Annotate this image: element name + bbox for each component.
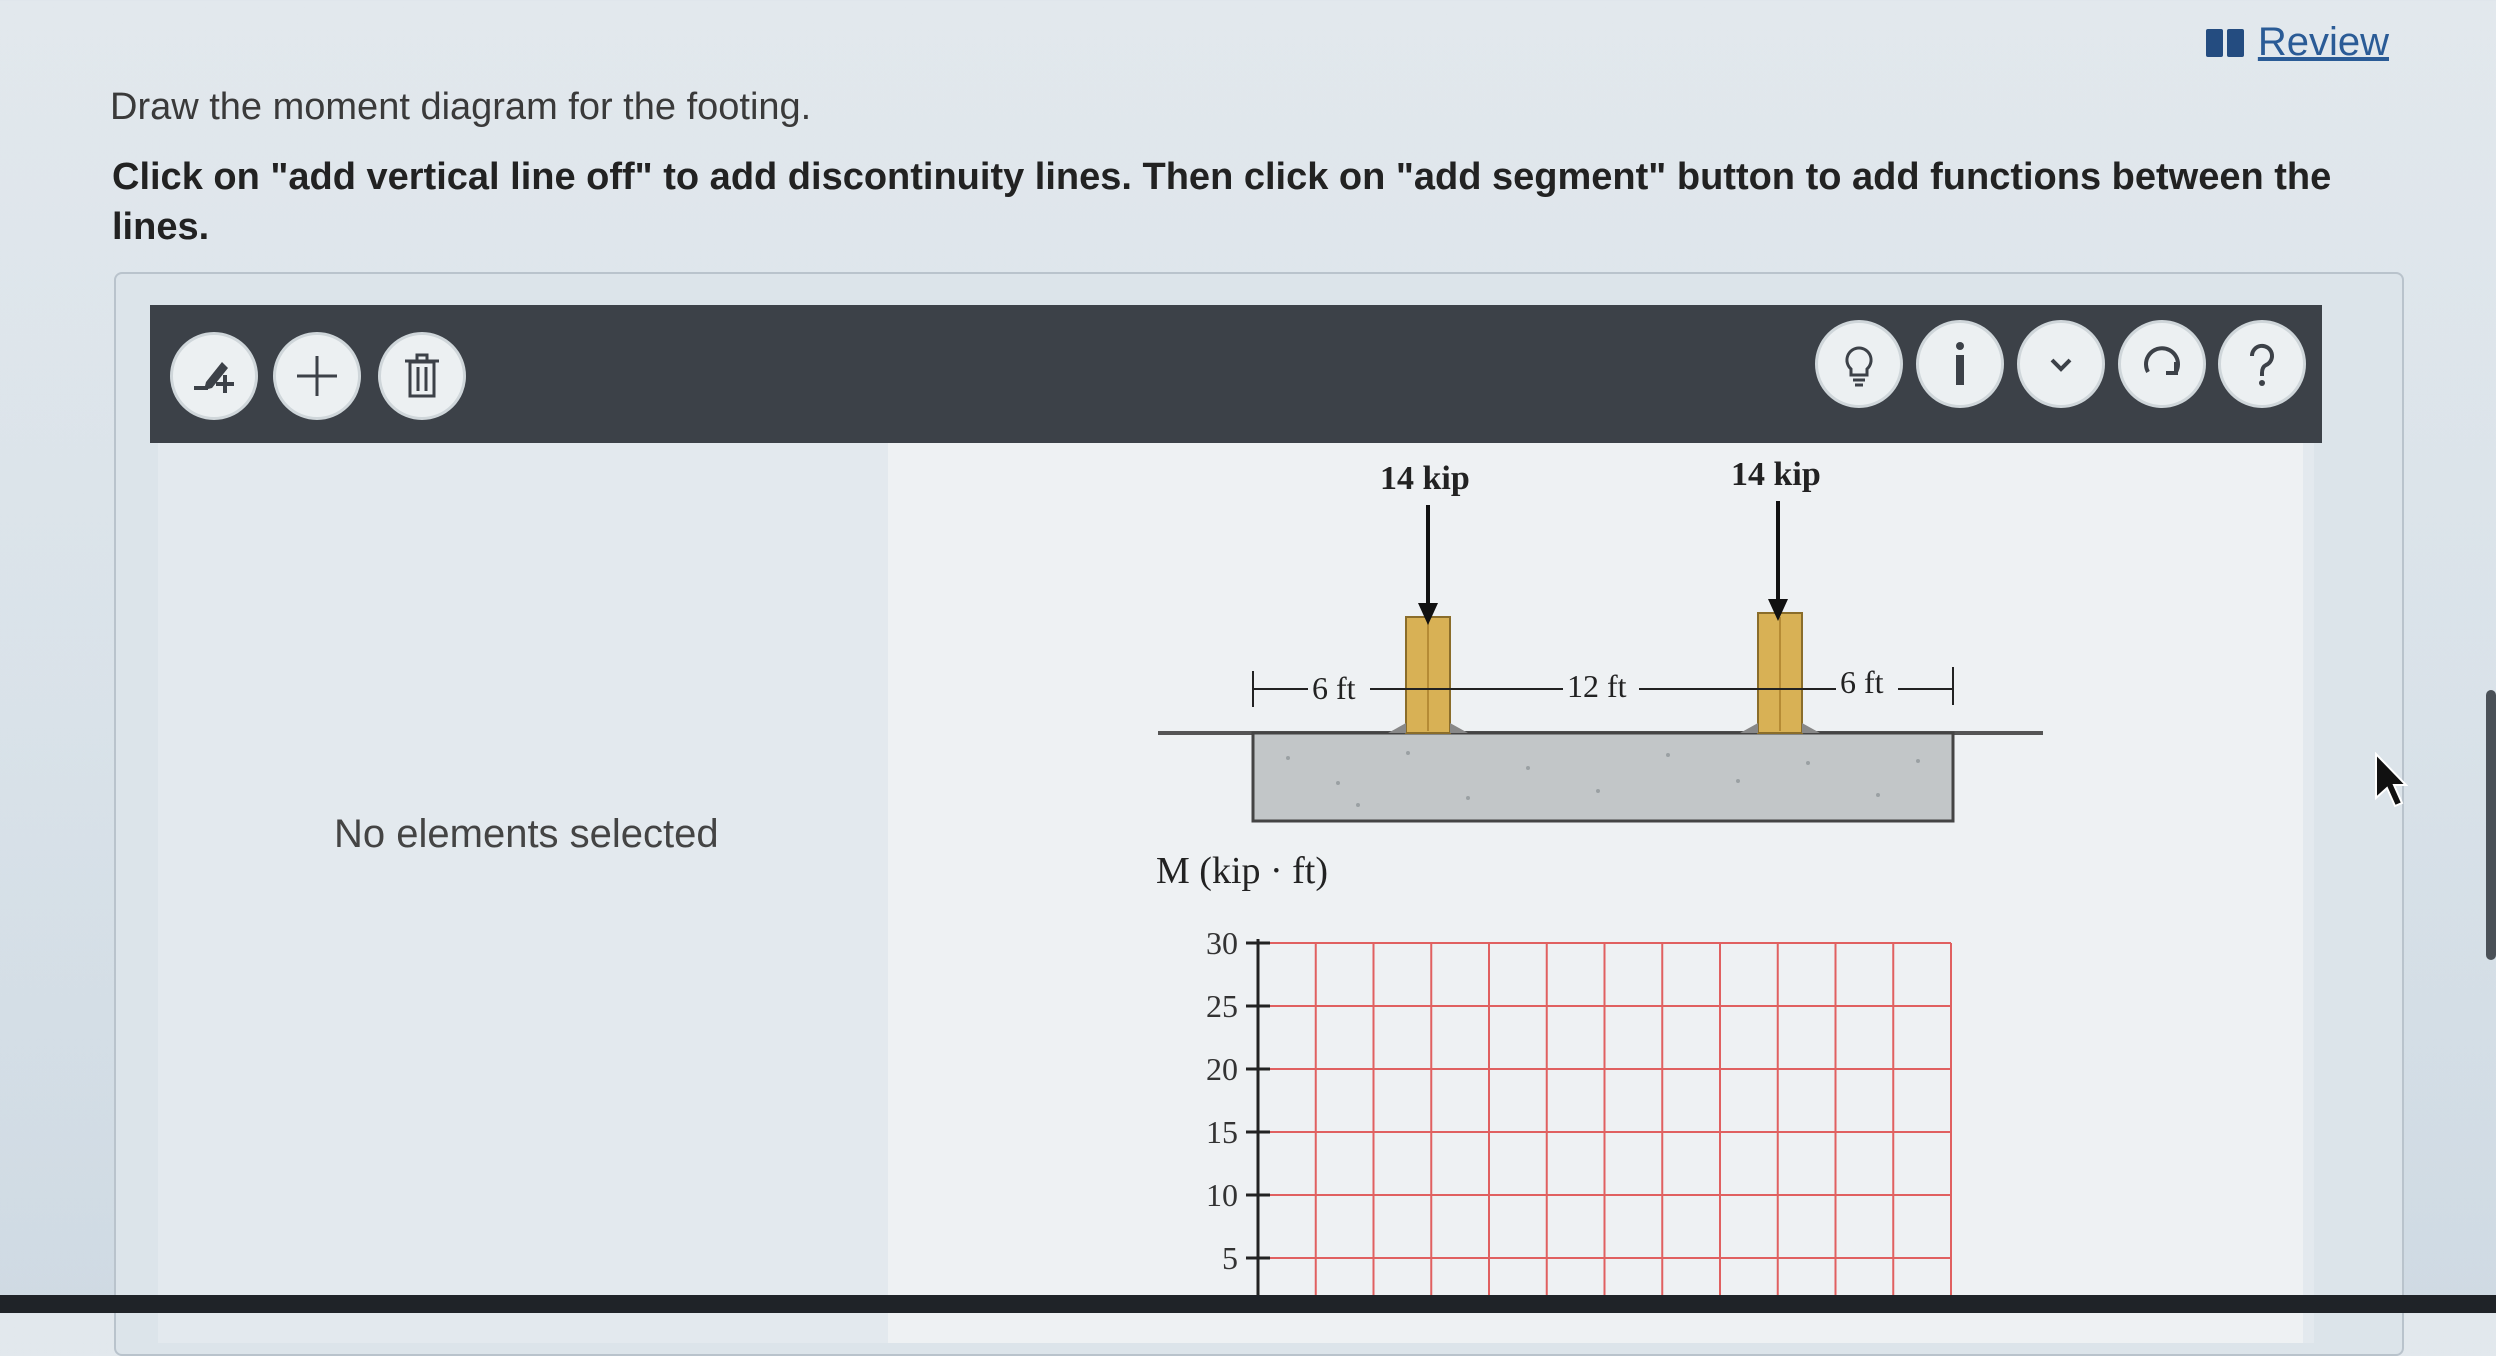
trash-icon (405, 353, 439, 398)
y-tick-label: 20 (1206, 1051, 1238, 1087)
y-tick-label: 5 (1222, 1240, 1238, 1276)
dim-right-label: 6 ft (1840, 664, 1884, 700)
add-segment-tool[interactable] (273, 332, 361, 420)
chevron-down-icon (2050, 358, 2072, 372)
pen-plus-icon (194, 362, 234, 393)
chart-ylabel: M (kip · ft) (1156, 850, 1328, 892)
book-icon (2205, 28, 2244, 57)
bottom-bar (0, 1295, 2496, 1313)
moment-chart[interactable]: 30 25 20 15 10 5 (1206, 925, 1952, 1313)
footing (1251, 731, 1955, 823)
reset-button[interactable] (2118, 320, 2206, 408)
help-button[interactable] (2218, 320, 2306, 408)
question-instruction: Click on "add vertical line off" to add … (112, 156, 2332, 248)
selection-status: No elements selected (334, 812, 719, 856)
y-tick-label: 15 (1206, 1114, 1238, 1150)
y-tick-label: 10 (1206, 1177, 1238, 1213)
left-load-label: 14 kip (1380, 460, 1470, 497)
mouse-cursor (2374, 751, 2409, 815)
footing-diagram: 14 kip 14 kip 6 ft 12 ft 6 ft M (kip · f… (1156, 456, 2043, 1313)
review-label: Review (2257, 20, 2389, 64)
question-icon (2249, 343, 2274, 386)
question-prompt: Draw the moment diagram for the footing. (110, 86, 812, 128)
scrollbar[interactable] (2486, 690, 2496, 960)
lightbulb-icon (1845, 346, 1873, 387)
y-tick-label: 30 (1206, 925, 1238, 961)
dim-mid-label: 12 ft (1567, 668, 1627, 704)
problem-figure[interactable]: 14 kip 14 kip 6 ft 12 ft 6 ft M (kip · f… (888, 443, 2303, 1343)
right-load-label: 14 kip (1731, 456, 1821, 493)
delete-tool[interactable] (378, 332, 466, 420)
plus-icon (297, 356, 337, 396)
hint-button[interactable] (1815, 320, 1903, 408)
reset-icon (2144, 346, 2180, 375)
add-vertical-line-tool[interactable] (170, 332, 258, 420)
collapse-button[interactable] (2017, 320, 2105, 408)
y-tick-label: 25 (1206, 988, 1238, 1024)
drawing-toolbar (150, 305, 2322, 443)
review-link[interactable]: Review (2205, 20, 2389, 65)
info-button[interactable] (1916, 320, 2004, 408)
info-icon (1956, 342, 1964, 385)
dim-left-label: 6 ft (1312, 670, 1356, 706)
